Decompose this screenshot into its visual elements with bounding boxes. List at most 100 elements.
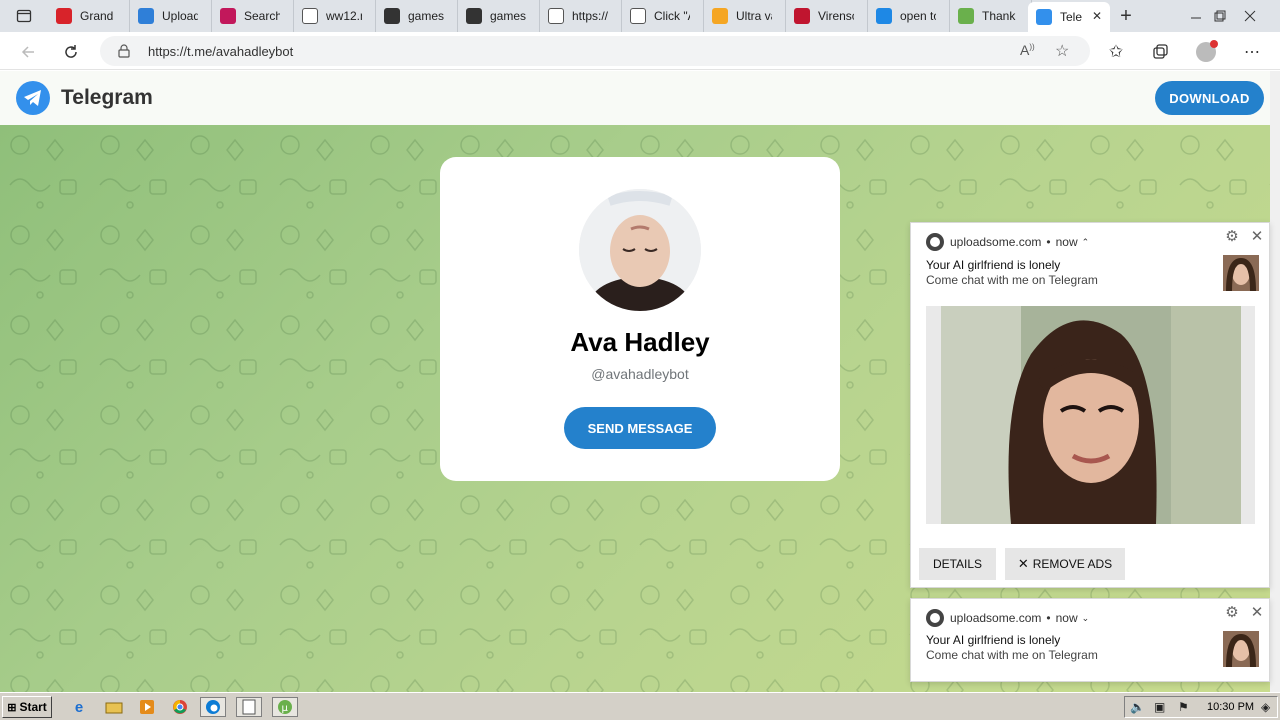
collections-icon[interactable] [1147, 39, 1173, 65]
tab-strip: Grand T Upload Searchin ww12.m gamesd gamesd h… [0, 0, 1280, 32]
tab-active[interactable]: Tele ✕ [1028, 2, 1110, 32]
notification-card[interactable]: uploadsome.com • now ⌄ ⚙ ✕ Your AI girlf… [910, 598, 1270, 682]
download-button[interactable]: DOWNLOAD [1155, 81, 1264, 115]
notification-source-label: uploadsome.com [950, 235, 1042, 249]
page-icon [548, 8, 564, 24]
tab-actions-icon[interactable] [12, 4, 36, 28]
lock-icon[interactable] [118, 44, 130, 61]
notification-source-label: uploadsome.com [950, 611, 1042, 625]
page-icon [630, 8, 646, 24]
notification-thumbnail [1223, 255, 1259, 291]
favorites-icon[interactable]: ✩ [1103, 39, 1129, 65]
tab[interactable]: Click "A [622, 0, 704, 32]
read-aloud-icon[interactable]: A)) [1020, 42, 1035, 58]
telegram-icon [1036, 9, 1052, 25]
tab[interactable]: Upload [130, 0, 212, 32]
shield-tray-icon[interactable]: ◈ [1261, 700, 1270, 714]
remove-ads-label: REMOVE ADS [1032, 557, 1113, 571]
profile-avatar-image [579, 189, 701, 311]
close-window-button[interactable] [1238, 4, 1262, 28]
tab[interactable]: ww12.m [294, 0, 376, 32]
details-button[interactable]: DETAILS [919, 548, 996, 580]
windows-logo-icon: ⊞ [7, 701, 17, 714]
restore-button[interactable] [1208, 4, 1232, 28]
tab-label: Click "A [654, 9, 690, 23]
notification-title: Your AI girlfriend is lonely [926, 258, 1061, 272]
bolt-icon [712, 8, 728, 24]
media-player-icon[interactable] [136, 697, 158, 717]
tab-label: Ultra va [736, 9, 772, 23]
tab-label: gamesd [490, 9, 526, 23]
volume-icon[interactable]: 🔈 [1130, 700, 1145, 714]
network-icon[interactable]: ▣ [1154, 700, 1165, 714]
settings-gear-icon[interactable]: ⚙ [1224, 605, 1240, 621]
send-message-button[interactable]: SEND MESSAGE [564, 407, 716, 449]
tab[interactable]: Ultra va [704, 0, 786, 32]
tab-label: Tele [1060, 10, 1083, 24]
remove-ads-button[interactable]: ✕ REMOVE ADS [1005, 548, 1125, 580]
tab[interactable]: Grand T [48, 0, 130, 32]
close-notification-icon[interactable]: ✕ [1249, 605, 1265, 621]
edge-taskbar-icon[interactable] [200, 697, 226, 717]
tab[interactable]: open to [868, 0, 950, 32]
tab-label: Searchin [244, 9, 280, 23]
start-button[interactable]: ⊞ Start [2, 696, 52, 718]
tab[interactable]: gamesd [458, 0, 540, 32]
chevron-down-icon[interactable]: ⌄ [1082, 613, 1090, 624]
start-label: Start [19, 700, 47, 714]
slack-icon [220, 8, 236, 24]
telegram-header: Telegram DOWNLOAD [0, 71, 1270, 125]
close-tab-icon[interactable]: ✕ [1092, 9, 1102, 23]
search-icon [876, 8, 892, 24]
close-icon: ✕ [1017, 556, 1029, 571]
tab[interactable]: Thank y [950, 0, 1032, 32]
upload-icon [138, 8, 154, 24]
profile-avatar[interactable] [1193, 39, 1219, 65]
profile-name: Ava Hadley [570, 327, 710, 357]
profile-card: Ava Hadley @avahadleybot SEND MESSAGE [440, 157, 840, 481]
tab-label: Virensch [818, 9, 854, 23]
telegram-logo-icon[interactable] [16, 81, 50, 115]
telegram-brand[interactable]: Telegram [61, 86, 153, 110]
tab[interactable]: Searchin [212, 0, 294, 32]
refresh-button[interactable] [58, 39, 84, 65]
tab-label: Grand T [80, 9, 116, 23]
new-tab-button[interactable]: + [1114, 4, 1138, 28]
notification-title: Your AI girlfriend is lonely [926, 633, 1061, 647]
back-button[interactable] [15, 39, 41, 65]
more-options-icon[interactable]: ⋯ [1239, 39, 1265, 65]
tab-label: Thank y [982, 9, 1018, 23]
svg-text:µ: µ [282, 703, 289, 714]
page-scrollbar[interactable] [1270, 71, 1280, 692]
address-bar[interactable]: https://t.me/avahadleybot A)) ☆ [100, 36, 1090, 66]
tab[interactable]: https:// [540, 0, 622, 32]
internet-explorer-icon[interactable]: e [68, 697, 90, 717]
add-favorite-icon[interactable]: ☆ [1055, 41, 1069, 61]
notepad-icon[interactable] [236, 697, 262, 717]
clock[interactable]: 10:30 PM [1207, 701, 1254, 713]
close-notification-icon[interactable]: ✕ [1249, 229, 1265, 245]
notification-source: uploadsome.com • now ⌄ [926, 609, 1089, 627]
tab-label: ww12.m [326, 9, 362, 23]
flag-icon[interactable]: ⚑ [1178, 700, 1189, 714]
tab-label: Upload [162, 9, 198, 23]
taskbar: ⊞ Start e µ 🔈 ▣ ⚑ 10:30 PM ◈ [0, 692, 1280, 720]
notification-body: Come chat with me on Telegram [926, 273, 1098, 287]
tab-label: open to [900, 9, 936, 23]
notification-thumbnail [1223, 631, 1259, 667]
utorrent-icon[interactable]: µ [272, 697, 298, 717]
settings-gear-icon[interactable]: ⚙ [1224, 229, 1240, 245]
tab[interactable]: Virensch [786, 0, 868, 32]
notification-time: now [1055, 235, 1078, 249]
chrome-icon[interactable] [169, 697, 191, 717]
tab[interactable]: gamesd [376, 0, 458, 32]
notification-hero-image [926, 306, 1255, 524]
notification-card[interactable]: uploadsome.com • now ⌃ ⚙ ✕ Your AI girlf… [910, 222, 1270, 588]
notification-time: now [1055, 611, 1078, 625]
folder-icon[interactable] [103, 697, 125, 717]
gamepad-icon [384, 8, 400, 24]
edge-icon [926, 233, 944, 251]
minimize-button[interactable] [1184, 4, 1208, 28]
chevron-up-icon[interactable]: ⌃ [1082, 237, 1090, 248]
url-text[interactable]: https://t.me/avahadleybot [148, 44, 293, 59]
